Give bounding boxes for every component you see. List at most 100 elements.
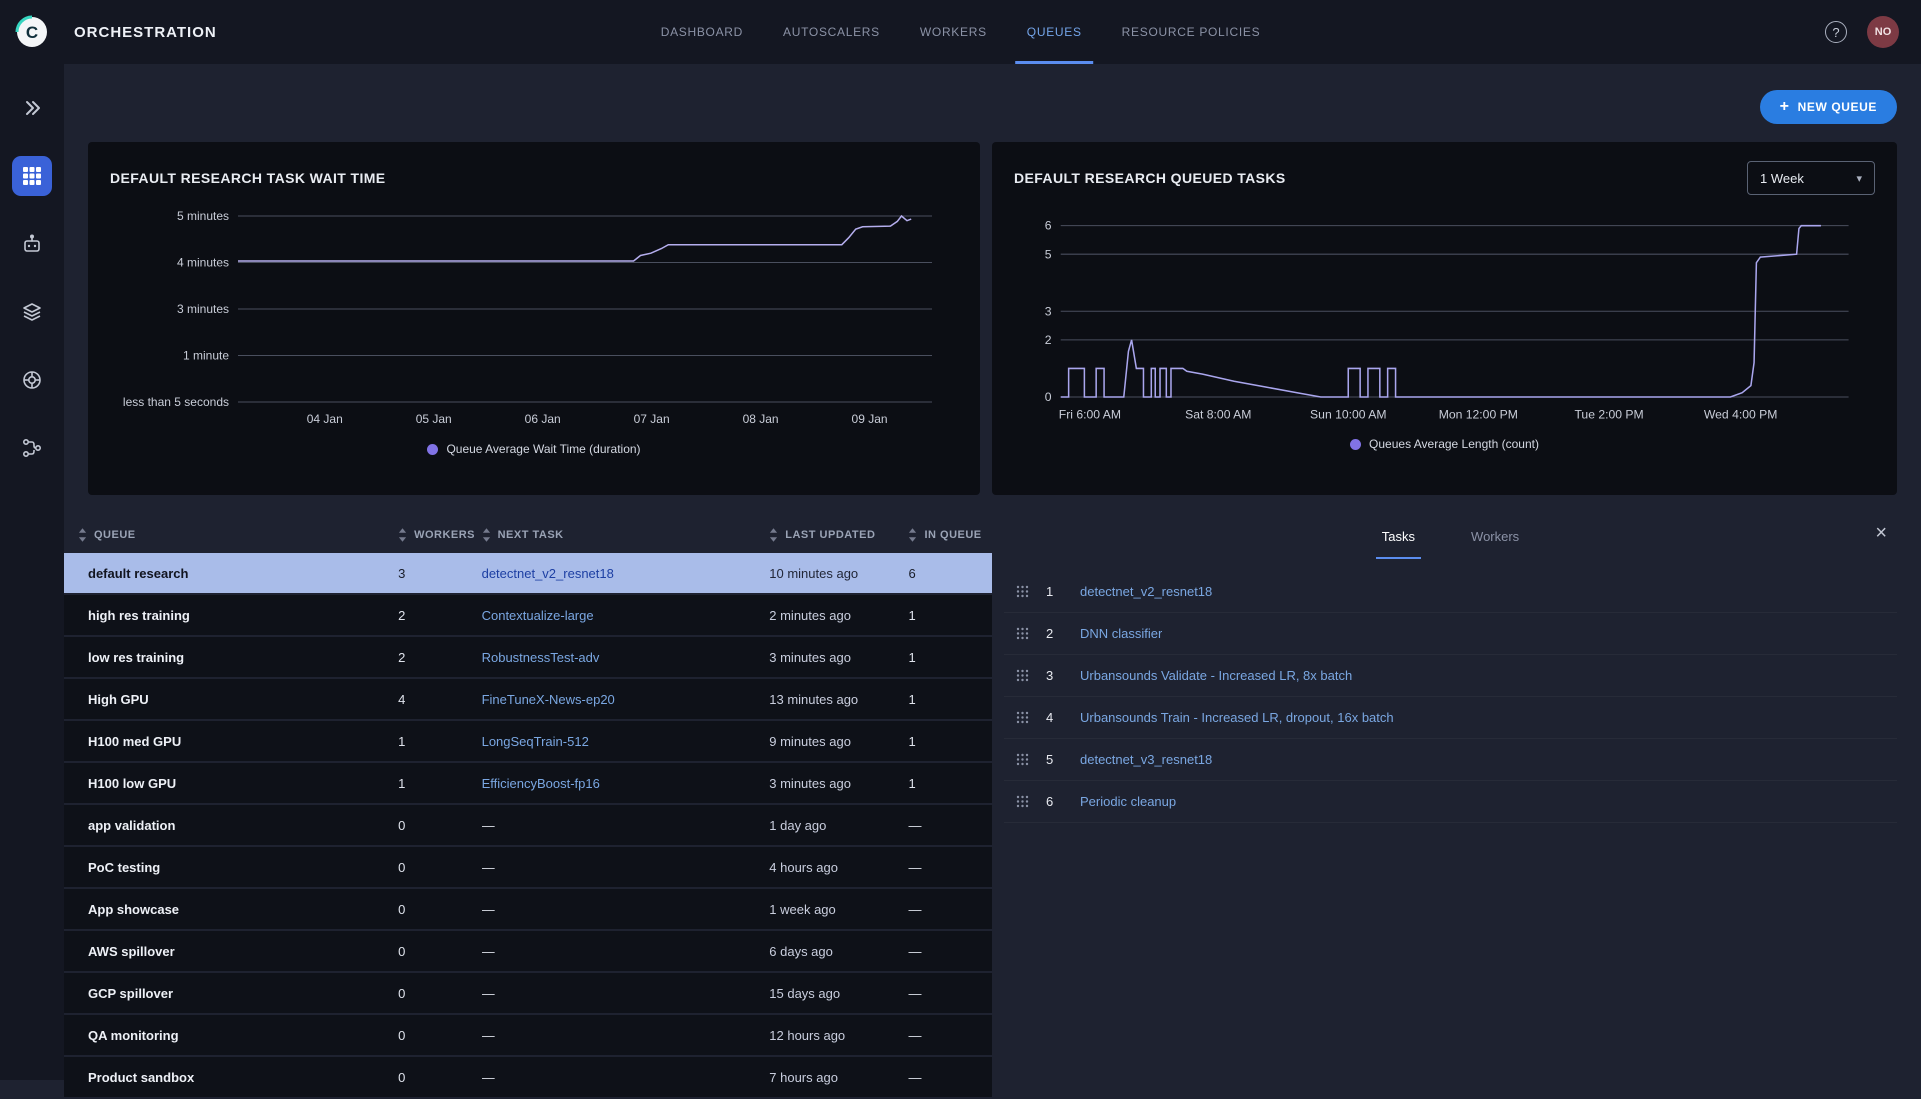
sidebar-dashboard-icon[interactable] <box>12 156 52 196</box>
column-header[interactable]: WORKERS <box>398 528 482 542</box>
next-task-cell[interactable]: EfficiencyBoost-fp16 <box>482 776 770 791</box>
panel-tab-tasks[interactable]: Tasks <box>1376 519 1421 559</box>
time-range-select[interactable]: 1 Week ▾ <box>1747 161 1875 195</box>
table-row[interactable]: GCP spillover 0 — 15 days ago — <box>64 973 992 1013</box>
sort-icon[interactable] <box>78 528 87 542</box>
wait-time-card: DEFAULT RESEARCH TASK WAIT TIME less tha… <box>88 142 980 495</box>
time-range-value: 1 Week <box>1760 171 1804 186</box>
page-title: ORCHESTRATION <box>74 24 217 41</box>
drag-handle-icon[interactable] <box>1016 711 1046 724</box>
next-task-cell[interactable]: detectnet_v2_resnet18 <box>482 566 770 581</box>
clearml-logo-icon: C <box>15 15 49 49</box>
table-row[interactable]: H100 low GPU 1 EfficiencyBoost-fp16 3 mi… <box>64 763 992 803</box>
task-name-link[interactable]: detectnet_v3_resnet18 <box>1080 752 1212 767</box>
nav-tab[interactable]: WORKERS <box>900 0 1007 64</box>
last-updated-cell: 13 minutes ago <box>769 692 908 707</box>
svg-text:0: 0 <box>1045 390 1052 404</box>
charts-row: DEFAULT RESEARCH TASK WAIT TIME less tha… <box>64 142 1897 495</box>
svg-text:1 minute: 1 minute <box>183 349 229 363</box>
avatar[interactable]: NO <box>1867 16 1899 48</box>
next-task-cell[interactable]: RobustnessTest-adv <box>482 650 770 665</box>
next-task-cell: — <box>482 902 770 917</box>
sidebar-expand-icon[interactable] <box>12 88 52 128</box>
task-row: 6 Periodic cleanup <box>1004 781 1897 823</box>
nav-tab[interactable]: RESOURCE POLICIES <box>1102 0 1281 64</box>
svg-text:Wed 4:00 PM: Wed 4:00 PM <box>1704 407 1778 421</box>
sort-icon[interactable] <box>908 528 917 542</box>
table-row[interactable]: high res training 2 Contextualize-large … <box>64 595 992 635</box>
last-updated-cell: 3 minutes ago <box>769 776 908 791</box>
sidebar-queues-icon[interactable] <box>12 292 52 332</box>
table-row[interactable]: H100 med GPU 1 LongSeqTrain-512 9 minute… <box>64 721 992 761</box>
app-logo[interactable]: C <box>0 15 64 49</box>
table-row[interactable]: High GPU 4 FineTuneX-News-ep20 13 minute… <box>64 679 992 719</box>
table-row[interactable]: app validation 0 — 1 day ago — <box>64 805 992 845</box>
queue-name-cell: AWS spillover <box>64 944 398 959</box>
toolbar: + NEW QUEUE <box>64 90 1897 124</box>
wait-time-chart[interactable]: less than 5 seconds1 minute3 minutes4 mi… <box>110 200 958 436</box>
column-header-label: NEXT TASK <box>498 529 564 541</box>
task-name-link[interactable]: Urbansounds Validate - Increased LR, 8x … <box>1080 668 1352 683</box>
task-index: 6 <box>1046 794 1080 809</box>
panel-tab-workers[interactable]: Workers <box>1465 519 1525 559</box>
app-header: C ORCHESTRATION DASHBOARD AUTOSCALERS WO… <box>0 0 1921 64</box>
drag-handle-icon[interactable] <box>1016 627 1046 640</box>
panel-tabs: Tasks Workers <box>1004 519 1897 559</box>
bottom-row: QUEUE WORKERS NEXT TASK LAST UPDATED IN … <box>64 517 1897 1099</box>
in-queue-cell: 1 <box>908 692 992 707</box>
svg-text:6: 6 <box>1045 219 1052 233</box>
column-header[interactable]: LAST UPDATED <box>769 528 908 542</box>
column-header-label: LAST UPDATED <box>785 529 875 541</box>
svg-text:06 Jan: 06 Jan <box>525 412 561 426</box>
in-queue-cell: — <box>908 860 992 875</box>
drag-handle-icon[interactable] <box>1016 585 1046 598</box>
task-name-link[interactable]: Urbansounds Train - Increased LR, dropou… <box>1080 710 1394 725</box>
queued-tasks-chart[interactable]: 02356Fri 6:00 AMSat 8:00 AMSun 10:00 AMM… <box>1014 200 1875 431</box>
task-name-link[interactable]: Periodic cleanup <box>1080 794 1176 809</box>
table-row[interactable]: App showcase 0 — 1 week ago — <box>64 889 992 929</box>
task-name-link[interactable]: DNN classifier <box>1080 626 1162 641</box>
column-header[interactable]: IN QUEUE <box>908 528 992 542</box>
table-row[interactable]: low res training 2 RobustnessTest-adv 3 … <box>64 637 992 677</box>
svg-text:05 Jan: 05 Jan <box>416 412 452 426</box>
drag-handle-icon[interactable] <box>1016 795 1046 808</box>
new-queue-button[interactable]: + NEW QUEUE <box>1760 90 1897 124</box>
drag-handle-icon[interactable] <box>1016 669 1046 682</box>
sort-icon[interactable] <box>769 528 778 542</box>
sidebar-pipelines-icon[interactable] <box>12 428 52 468</box>
drag-handle-icon[interactable] <box>1016 753 1046 766</box>
next-task-cell[interactable]: Contextualize-large <box>482 608 770 623</box>
nav-tab[interactable]: AUTOSCALERS <box>763 0 900 64</box>
legend-label: Queues Average Length (count) <box>1369 437 1539 451</box>
column-header[interactable]: QUEUE <box>64 528 398 542</box>
table-row[interactable]: PoC testing 0 — 4 hours ago — <box>64 847 992 887</box>
sort-icon[interactable] <box>482 528 491 542</box>
task-name-link[interactable]: detectnet_v2_resnet18 <box>1080 584 1212 599</box>
workers-cell: 0 <box>398 1070 482 1085</box>
last-updated-cell: 7 hours ago <box>769 1070 908 1085</box>
last-updated-cell: 1 week ago <box>769 902 908 917</box>
table-row[interactable]: Product sandbox 0 — 7 hours ago — <box>64 1057 992 1097</box>
sidebar-agents-icon[interactable] <box>12 224 52 264</box>
in-queue-cell: — <box>908 944 992 959</box>
task-row: 4 Urbansounds Train - Increased LR, drop… <box>1004 697 1897 739</box>
nav-tab[interactable]: QUEUES <box>1007 0 1102 64</box>
task-row: 5 detectnet_v3_resnet18 <box>1004 739 1897 781</box>
help-icon[interactable]: ? <box>1825 21 1847 43</box>
svg-text:C: C <box>26 23 38 42</box>
table-row[interactable]: QA monitoring 0 — 12 hours ago — <box>64 1015 992 1055</box>
header-actions: ? NO <box>1825 16 1921 48</box>
table-row[interactable]: default research 3 detectnet_v2_resnet18… <box>64 553 992 593</box>
next-task-cell[interactable]: LongSeqTrain-512 <box>482 734 770 749</box>
nav-tab[interactable]: DASHBOARD <box>641 0 763 64</box>
sidebar-resources-icon[interactable] <box>12 360 52 400</box>
queue-name-cell: H100 low GPU <box>64 776 398 791</box>
table-row[interactable]: AWS spillover 0 — 6 days ago — <box>64 931 992 971</box>
sort-icon[interactable] <box>398 528 407 542</box>
close-icon[interactable]: × <box>1875 523 1887 543</box>
in-queue-cell: — <box>908 1070 992 1085</box>
next-task-cell[interactable]: FineTuneX-News-ep20 <box>482 692 770 707</box>
queued-tasks-chart-title: DEFAULT RESEARCH QUEUED TASKS <box>1014 170 1286 186</box>
workers-cell: 2 <box>398 650 482 665</box>
column-header[interactable]: NEXT TASK <box>482 528 770 542</box>
